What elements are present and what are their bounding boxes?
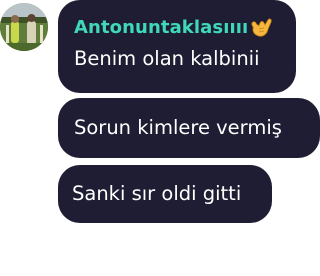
avatar-photo-icon (0, 3, 48, 51)
sender-row: Antonuntaklasıııı (74, 14, 280, 40)
sender-avatar[interactable] (0, 3, 48, 51)
message-text: Sanki sır oldi gitti (72, 182, 242, 205)
message-text: Sorun kimlere vermiş (74, 116, 282, 139)
message-text: Benim olan kalbinii (74, 47, 260, 70)
sender-name[interactable]: Antonuntaklasıııı (74, 17, 248, 38)
message-bubble[interactable]: Sorun kimlere vermiş (58, 98, 320, 158)
message-bubble[interactable]: Antonuntaklasıııı Benim olan kalbinii (58, 0, 296, 93)
call-me-hand-emoji-icon (249, 14, 275, 40)
message-bubble[interactable]: Sanki sır oldi gitti (58, 165, 272, 223)
